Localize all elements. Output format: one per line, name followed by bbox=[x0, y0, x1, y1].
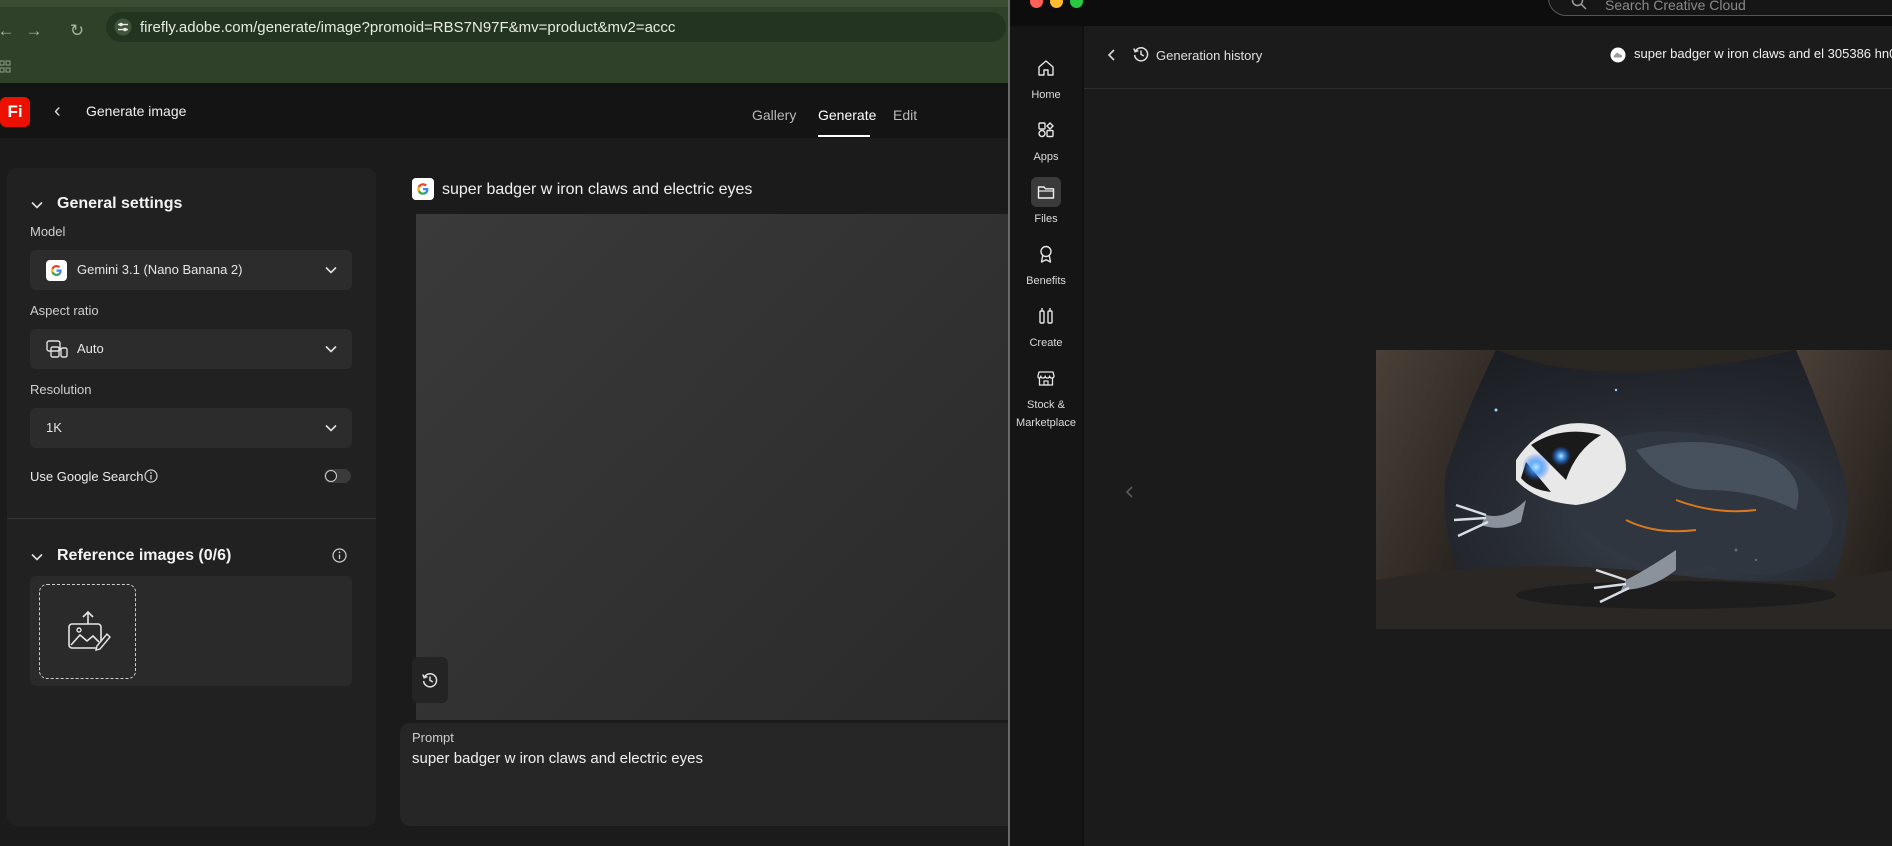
search-placeholder: Search Creative Cloud bbox=[1605, 0, 1746, 13]
cc-sidebar: Home Apps Files Benefits Create Stock & … bbox=[1010, 26, 1082, 846]
browser-reload-button[interactable]: ↻ bbox=[67, 21, 87, 41]
chevron-left-icon[interactable] bbox=[1106, 48, 1118, 62]
url-text[interactable]: firefly.adobe.com/generate/image?promoid… bbox=[140, 19, 675, 36]
storefront-icon bbox=[1037, 371, 1055, 386]
sidebar-item-home[interactable]: Home bbox=[1010, 53, 1082, 105]
chevron-down-icon bbox=[325, 424, 337, 432]
history-icon bbox=[1133, 47, 1149, 62]
resolution-value: 1K bbox=[46, 420, 62, 435]
resolution-dropdown[interactable]: 1K bbox=[30, 408, 352, 448]
back-button[interactable]: ‹ bbox=[54, 101, 68, 121]
model-value: Gemini 3.1 (Nano Banana 2) bbox=[77, 262, 243, 277]
aspect-ratio-label: Aspect ratio bbox=[30, 303, 99, 318]
generation-history-view: Generation history super badger w iron c… bbox=[1084, 26, 1892, 846]
tab-gallery[interactable]: Gallery bbox=[752, 107, 796, 123]
storefront-icon-wrap bbox=[1031, 363, 1061, 393]
prompt-label: Prompt bbox=[412, 730, 454, 745]
cloud-icon bbox=[1610, 47, 1626, 63]
prompt-box[interactable]: Prompt super badger w iron claws and ele… bbox=[400, 723, 1010, 826]
tab-edit[interactable]: Edit bbox=[893, 107, 917, 123]
apps-grid-icon[interactable] bbox=[0, 60, 12, 74]
panel-divider bbox=[7, 518, 376, 519]
minimize-window-button[interactable] bbox=[1050, 0, 1063, 8]
info-icon[interactable] bbox=[332, 548, 347, 563]
sidebar-item-label: Stock & bbox=[1027, 399, 1065, 411]
upload-reference-button[interactable] bbox=[39, 584, 136, 679]
firefly-header: Fi ‹ Generate image Gallery Generate Edi… bbox=[0, 83, 1010, 138]
info-icon[interactable] bbox=[144, 469, 158, 483]
firefly-logo[interactable]: Fi bbox=[0, 97, 30, 127]
apps-icon-wrap bbox=[1031, 115, 1061, 145]
sidebar-item-files[interactable]: Files bbox=[1010, 177, 1082, 229]
search-icon bbox=[1571, 0, 1587, 10]
chevron-down-icon bbox=[325, 266, 337, 274]
home-icon-wrap bbox=[1031, 53, 1061, 83]
tab-generate[interactable]: Generate bbox=[818, 107, 876, 123]
generation-title: super badger w iron claws and electric e… bbox=[442, 181, 753, 198]
sidebar-item-create[interactable]: Create bbox=[1010, 301, 1082, 353]
generation-canvas[interactable] bbox=[416, 214, 1010, 720]
sidebar-item-label: Benefits bbox=[1026, 275, 1066, 287]
browser-tab-strip bbox=[0, 0, 1010, 7]
google-search-label: Use Google Search bbox=[30, 469, 144, 484]
award-icon bbox=[1040, 245, 1052, 263]
reference-images-title: Reference images (0/6) bbox=[57, 547, 232, 564]
sidebar-item-benefits[interactable]: Benefits bbox=[1010, 239, 1082, 291]
award-icon-wrap bbox=[1031, 239, 1061, 269]
general-settings-title: General settings bbox=[57, 195, 183, 212]
cc-titlebar: Search Creative Cloud bbox=[1010, 0, 1892, 26]
sidebar-item-label: Files bbox=[1034, 213, 1058, 225]
sidebar-item-label-line2: Marketplace bbox=[1016, 417, 1076, 429]
aspect-ratio-icon bbox=[46, 340, 68, 358]
image-upload-icon bbox=[68, 610, 111, 651]
maximize-window-button[interactable] bbox=[1070, 0, 1083, 8]
chevron-left-icon[interactable] bbox=[1124, 484, 1136, 500]
prompt-input[interactable]: super badger w iron claws and electric e… bbox=[412, 750, 703, 767]
model-dropdown[interactable]: Gemini 3.1 (Nano Banana 2) bbox=[30, 250, 352, 290]
generated-image-preview[interactable] bbox=[1376, 350, 1892, 629]
creative-cloud-window: Search Creative Cloud Home Apps Files Be… bbox=[1008, 0, 1892, 846]
browser-forward-button[interactable]: → bbox=[24, 21, 44, 41]
sidebar-item-label: Apps bbox=[1033, 151, 1059, 163]
chevron-down-icon bbox=[325, 345, 337, 353]
active-tab-indicator bbox=[818, 135, 870, 137]
aspect-ratio-dropdown[interactable]: Auto bbox=[30, 329, 352, 369]
page-title: Generate image bbox=[86, 103, 187, 119]
history-button[interactable] bbox=[412, 657, 448, 703]
google-icon bbox=[46, 260, 67, 281]
settings-panel: General settings Model Gemini 3.1 (Nano … bbox=[7, 168, 376, 826]
chevron-down-icon bbox=[31, 553, 43, 561]
badger-image bbox=[1376, 350, 1892, 629]
apps-icon bbox=[1038, 122, 1054, 138]
site-settings-icon[interactable] bbox=[114, 18, 132, 36]
header-divider bbox=[1084, 88, 1892, 89]
google-search-toggle[interactable] bbox=[324, 469, 351, 483]
folder-icon bbox=[1037, 186, 1055, 199]
sidebar-item-label: Create bbox=[1029, 337, 1063, 349]
browser-back-button[interactable]: ← bbox=[0, 21, 16, 41]
address-bar[interactable]: firefly.adobe.com/generate/image?promoid… bbox=[106, 12, 1006, 42]
browser-window: ← → ↻ firefly.adobe.com/generate/image?p… bbox=[0, 0, 1010, 846]
model-label: Model bbox=[30, 224, 66, 239]
cc-search-input[interactable]: Search Creative Cloud bbox=[1548, 0, 1892, 16]
folder-icon-wrap bbox=[1031, 177, 1061, 207]
home-icon bbox=[1038, 60, 1054, 76]
sidebar-item-apps[interactable]: Apps bbox=[1010, 115, 1082, 167]
history-icon bbox=[422, 673, 438, 688]
aspect-ratio-value: Auto bbox=[77, 341, 104, 356]
browser-toolbar: ← → ↻ firefly.adobe.com/generate/image?p… bbox=[0, 7, 1010, 83]
sidebar-item-stock[interactable]: Stock & Marketplace bbox=[1010, 363, 1082, 433]
sidebar-item-label: Home bbox=[1031, 89, 1061, 101]
create-icon-wrap bbox=[1031, 301, 1061, 331]
google-icon bbox=[412, 178, 434, 200]
resolution-label: Resolution bbox=[30, 382, 92, 397]
generation-history-label[interactable]: Generation history bbox=[1156, 48, 1262, 63]
toggle-knob bbox=[325, 470, 337, 482]
chevron-down-icon bbox=[31, 201, 43, 209]
reference-images-area bbox=[30, 576, 352, 686]
file-name: super badger w iron claws and el 305386 … bbox=[1634, 46, 1892, 61]
create-icon bbox=[1039, 308, 1053, 324]
close-window-button[interactable] bbox=[1030, 0, 1043, 8]
